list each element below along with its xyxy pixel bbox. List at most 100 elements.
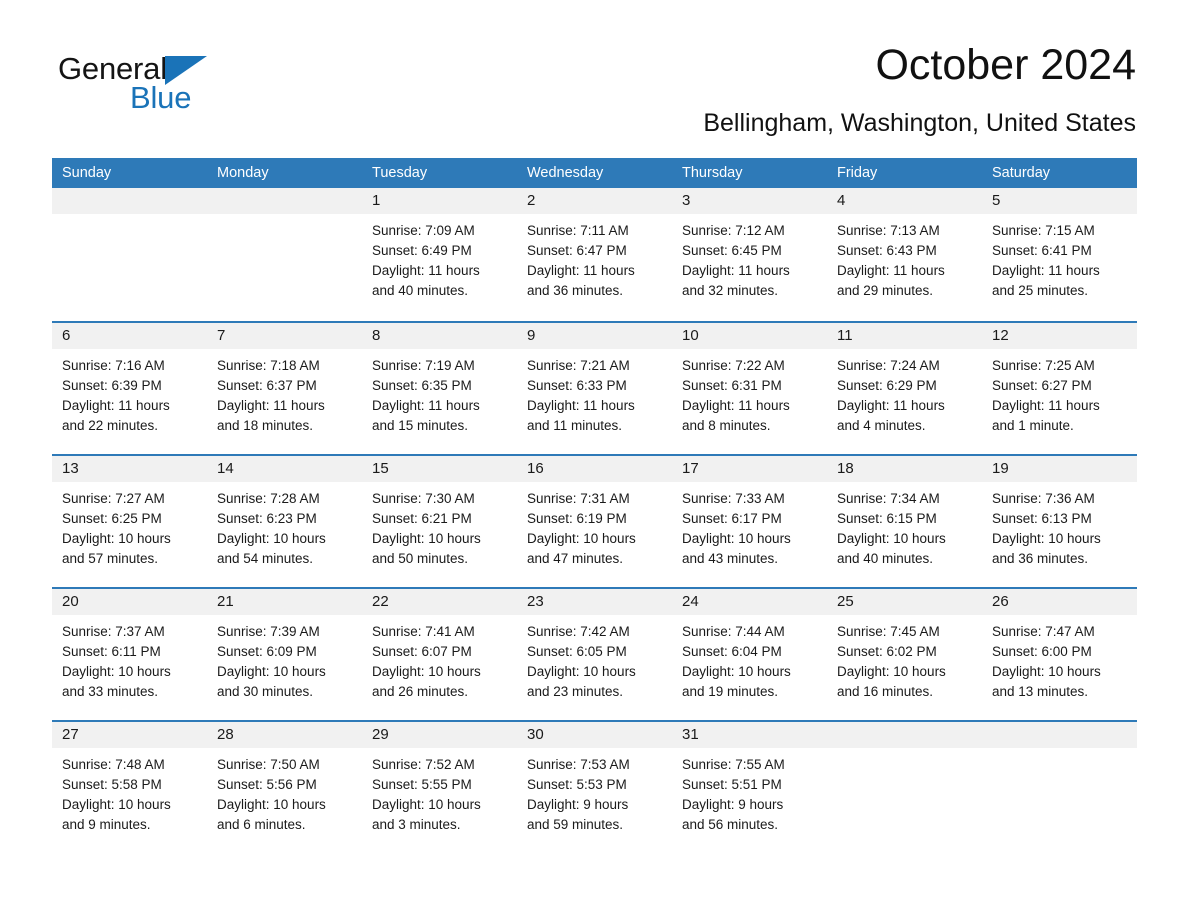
sunrise-time: Sunrise: 7:47 AM [992, 624, 1095, 639]
weekday-header-wednesday: Wednesday [527, 165, 604, 181]
day-details: Sunrise: 7:25 AM Sunset: 6:27 PM Daylight:… [982, 349, 1137, 436]
sunset-time: Sunset: 6:11 PM [62, 644, 161, 659]
calendar-day-cell[interactable]: 21 Sunrise: 7:39 AM Sunset: 6:09 PM Dayligh… [207, 589, 362, 720]
sunrise-sunset-calendar: Sunday Monday Tuesday Wednesday Thursday Frid… [52, 158, 1137, 853]
sunset-time: Sunset: 6:04 PM [682, 644, 782, 659]
daylight-duration-line1: Daylight: 11 hours [527, 398, 635, 413]
calendar-week-row: 27 Sunrise: 7:48 AM Sunset: 5:58 PM Dayligh… [52, 720, 1137, 853]
calendar-day-cell[interactable]: 31 Sunrise: 7:55 AM Sunset: 5:51 PM Dayligh… [672, 722, 827, 853]
sunrise-time: Sunrise: 7:16 AM [62, 358, 165, 373]
calendar-day-cell-empty [52, 188, 207, 321]
daylight-duration-line1: Daylight: 10 hours [837, 531, 946, 546]
daylight-duration-line1: Daylight: 10 hours [527, 664, 636, 679]
sunset-time: Sunset: 6:25 PM [62, 511, 162, 526]
day-number: 31 [682, 726, 699, 743]
day-number-band: 14 [207, 456, 362, 482]
day-details: Sunrise: 7:13 AM Sunset: 6:43 PM Daylight:… [827, 214, 982, 301]
day-details: Sunrise: 7:21 AM Sunset: 6:33 PM Daylight:… [517, 349, 672, 436]
calendar-day-cell[interactable]: 15 Sunrise: 7:30 AM Sunset: 6:21 PM Dayligh… [362, 456, 517, 587]
day-details: Sunrise: 7:47 AM Sunset: 6:00 PM Daylight:… [982, 615, 1137, 702]
calendar-day-cell[interactable]: 30 Sunrise: 7:53 AM Sunset: 5:53 PM Dayligh… [517, 722, 672, 853]
day-number-band [207, 188, 362, 214]
day-number: 10 [682, 327, 699, 344]
day-number: 19 [992, 460, 1009, 477]
daylight-duration-line2: and 57 minutes. [62, 551, 159, 566]
sunset-time: Sunset: 6:27 PM [992, 378, 1092, 393]
day-number-band: 17 [672, 456, 827, 482]
daylight-duration-line2: and 43 minutes. [682, 551, 779, 566]
calendar-day-cell[interactable]: 22 Sunrise: 7:41 AM Sunset: 6:07 PM Dayligh… [362, 589, 517, 720]
calendar-day-cell[interactable]: 9 Sunrise: 7:21 AM Sunset: 6:33 PM Daylight… [517, 323, 672, 454]
sunrise-time: Sunrise: 7:13 AM [837, 223, 940, 238]
calendar-day-cell[interactable]: 6 Sunrise: 7:16 AM Sunset: 6:39 PM Daylight… [52, 323, 207, 454]
calendar-day-cell[interactable]: 13 Sunrise: 7:27 AM Sunset: 6:25 PM Dayligh… [52, 456, 207, 587]
brand-logo[interactable]: General Blue [58, 52, 258, 118]
calendar-day-cell[interactable]: 18 Sunrise: 7:34 AM Sunset: 6:15 PM Dayligh… [827, 456, 982, 587]
calendar-day-cell[interactable]: 14 Sunrise: 7:28 AM Sunset: 6:23 PM Dayligh… [207, 456, 362, 587]
calendar-day-cell[interactable]: 19 Sunrise: 7:36 AM Sunset: 6:13 PM Dayligh… [982, 456, 1137, 587]
sunset-time: Sunset: 6:49 PM [372, 243, 472, 258]
day-details: Sunrise: 7:15 AM Sunset: 6:41 PM Daylight:… [982, 214, 1137, 301]
sunrise-time: Sunrise: 7:53 AM [527, 757, 630, 772]
daylight-duration-line2: and 29 minutes. [837, 283, 934, 298]
day-number-band: 31 [672, 722, 827, 748]
day-number-band: 18 [827, 456, 982, 482]
calendar-week-row: 6 Sunrise: 7:16 AM Sunset: 6:39 PM Daylight… [52, 321, 1137, 454]
calendar-day-cell[interactable]: 26 Sunrise: 7:47 AM Sunset: 6:00 PM Dayligh… [982, 589, 1137, 720]
sunset-time: Sunset: 5:53 PM [527, 777, 627, 792]
sunrise-time: Sunrise: 7:50 AM [217, 757, 320, 772]
sunset-time: Sunset: 6:21 PM [372, 511, 472, 526]
sunrise-time: Sunrise: 7:27 AM [62, 491, 165, 506]
calendar-day-cell[interactable]: 5 Sunrise: 7:15 AM Sunset: 6:41 PM Daylight… [982, 188, 1137, 321]
day-details: Sunrise: 7:30 AM Sunset: 6:21 PM Daylight:… [362, 482, 517, 569]
calendar-day-cell[interactable]: 4 Sunrise: 7:13 AM Sunset: 6:43 PM Daylight… [827, 188, 982, 321]
sunset-time: Sunset: 6:45 PM [682, 243, 782, 258]
page-subtitle: Bellingham, Washington, United States [703, 109, 1136, 137]
calendar-day-cell[interactable]: 20 Sunrise: 7:37 AM Sunset: 6:11 PM Dayligh… [52, 589, 207, 720]
calendar-day-cell[interactable]: 11 Sunrise: 7:24 AM Sunset: 6:29 PM Dayligh… [827, 323, 982, 454]
calendar-day-cell[interactable]: 24 Sunrise: 7:44 AM Sunset: 6:04 PM Dayligh… [672, 589, 827, 720]
calendar-day-cell[interactable]: 16 Sunrise: 7:31 AM Sunset: 6:19 PM Dayligh… [517, 456, 672, 587]
calendar-day-cell[interactable]: 8 Sunrise: 7:19 AM Sunset: 6:35 PM Daylight… [362, 323, 517, 454]
calendar-day-cell[interactable]: 10 Sunrise: 7:22 AM Sunset: 6:31 PM Dayligh… [672, 323, 827, 454]
day-number: 1 [372, 192, 381, 209]
sunset-time: Sunset: 6:19 PM [527, 511, 627, 526]
day-details: Sunrise: 7:42 AM Sunset: 6:05 PM Daylight:… [517, 615, 672, 702]
sunset-time: Sunset: 6:41 PM [992, 243, 1092, 258]
sunrise-time: Sunrise: 7:19 AM [372, 358, 475, 373]
day-number: 17 [682, 460, 699, 477]
calendar-day-cell[interactable]: 2 Sunrise: 7:11 AM Sunset: 6:47 PM Daylight… [517, 188, 672, 321]
day-number-band: 11 [827, 323, 982, 349]
calendar-day-cell[interactable]: 3 Sunrise: 7:12 AM Sunset: 6:45 PM Daylight… [672, 188, 827, 321]
day-details: Sunrise: 7:09 AM Sunset: 6:49 PM Daylight:… [362, 214, 517, 301]
calendar-weekday-header: Sunday Monday Tuesday Wednesday Thursday Frid… [52, 158, 1137, 188]
calendar-day-cell[interactable]: 23 Sunrise: 7:42 AM Sunset: 6:05 PM Dayligh… [517, 589, 672, 720]
daylight-duration-line2: and 9 minutes. [62, 817, 151, 832]
calendar-day-cell[interactable]: 28 Sunrise: 7:50 AM Sunset: 5:56 PM Dayligh… [207, 722, 362, 853]
weekday-header-thursday: Thursday [682, 165, 743, 181]
calendar-day-cell[interactable]: 1 Sunrise: 7:09 AM Sunset: 6:49 PM Daylight… [362, 188, 517, 321]
calendar-day-cell[interactable]: 7 Sunrise: 7:18 AM Sunset: 6:37 PM Daylight… [207, 323, 362, 454]
calendar-day-cell[interactable]: 29 Sunrise: 7:52 AM Sunset: 5:55 PM Dayligh… [362, 722, 517, 853]
daylight-duration-line2: and 4 minutes. [837, 418, 926, 433]
sunrise-time: Sunrise: 7:37 AM [62, 624, 165, 639]
weekday-header-sunday: Sunday [62, 165, 112, 181]
day-number: 15 [372, 460, 389, 477]
day-number-band: 6 [52, 323, 207, 349]
calendar-day-cell[interactable]: 17 Sunrise: 7:33 AM Sunset: 6:17 PM Dayligh… [672, 456, 827, 587]
daylight-duration-line2: and 6 minutes. [217, 817, 306, 832]
sunset-time: Sunset: 6:05 PM [527, 644, 627, 659]
daylight-duration-line2: and 30 minutes. [217, 684, 314, 699]
daylight-duration-line2: and 3 minutes. [372, 817, 461, 832]
day-number-band: 8 [362, 323, 517, 349]
sunrise-time: Sunrise: 7:48 AM [62, 757, 165, 772]
sunrise-time: Sunrise: 7:42 AM [527, 624, 630, 639]
daylight-duration-line2: and 13 minutes. [992, 684, 1089, 699]
calendar-day-cell-empty [827, 722, 982, 853]
calendar-day-cell[interactable]: 25 Sunrise: 7:45 AM Sunset: 6:02 PM Dayligh… [827, 589, 982, 720]
daylight-duration-line1: Daylight: 11 hours [682, 398, 790, 413]
day-details: Sunrise: 7:53 AM Sunset: 5:53 PM Daylight:… [517, 748, 672, 835]
calendar-day-cell[interactable]: 12 Sunrise: 7:25 AM Sunset: 6:27 PM Dayligh… [982, 323, 1137, 454]
calendar-day-cell[interactable]: 27 Sunrise: 7:48 AM Sunset: 5:58 PM Dayligh… [52, 722, 207, 853]
sunrise-time: Sunrise: 7:11 AM [527, 223, 629, 238]
